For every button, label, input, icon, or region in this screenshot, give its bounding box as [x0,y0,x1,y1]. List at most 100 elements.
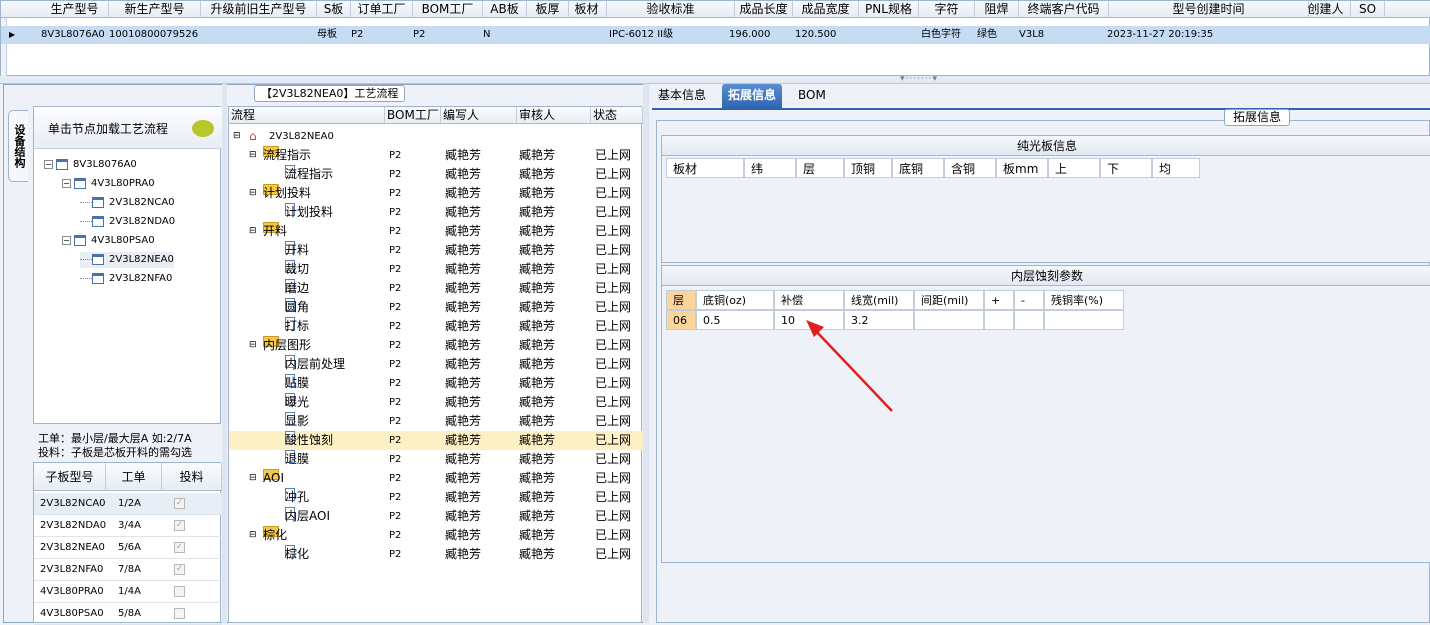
collapse-icon[interactable]: − [44,159,53,169]
collapse-icon[interactable]: ⊟ [249,184,257,203]
process-row[interactable]: 贴膜 P2 臧艳芳 臧艳芳 已上网 [229,374,643,393]
process-row[interactable]: 打标 P2 臧艳芳 臧艳芳 已上网 [229,317,643,336]
col-header-10[interactable]: 成品长度 [735,1,793,18]
child-row[interactable]: 4V3L80PRA0 1/4A [34,581,222,603]
child-row[interactable]: 2V3L82NFA0 7/8A ✓ [34,559,222,581]
plain-col-header[interactable]: 板mm [996,158,1048,178]
etch-col-header[interactable]: - [1014,290,1044,310]
plain-col-header[interactable]: 纬 [744,158,796,178]
process-row[interactable]: ⊟ 开料 P2 臧艳芳 臧艳芳 已上网 [229,222,643,241]
etch-col-header[interactable]: 间距(mil) [914,290,984,310]
tree-node[interactable]: − 4V3L80PSA0 [62,233,155,249]
tab-basic-info[interactable]: 基本信息 [652,84,712,108]
col-header-14[interactable]: 阻焊 [975,1,1019,18]
col-header-4[interactable]: 订单工厂 [351,1,413,18]
col-header-16[interactable]: 型号创建时间 [1109,1,1309,18]
side-tab-structure[interactable]: 设备结构 [8,110,28,182]
col-header-15[interactable]: 终端客户代码 [1019,1,1109,18]
process-row[interactable]: 棕化 P2 臧艳芳 臧艳芳 已上网 [229,545,643,564]
col-header-3[interactable]: S板 [317,1,351,18]
horizontal-splitter[interactable]: ▾·······▾ [0,74,1430,84]
process-col-header[interactable]: 流程 [229,107,385,124]
plain-col-header[interactable]: 板材 [666,158,744,178]
etch-cell[interactable] [984,310,1014,330]
process-row[interactable]: 计划投料 P2 臧艳芳 臧艳芳 已上网 [229,203,643,222]
collapse-icon[interactable]: ⊟ [249,469,257,488]
child-col-header[interactable]: 子板型号 [34,463,106,491]
feed-checkbox[interactable]: ✓ [174,520,185,531]
process-col-header[interactable]: 审核人 [517,107,591,124]
col-header-6[interactable]: AB板 [483,1,527,18]
child-row[interactable]: 4V3L80PSA0 5/8A [34,603,222,625]
process-row[interactable]: 曝光 P2 臧艳芳 臧艳芳 已上网 [229,393,643,412]
inner-splitter[interactable] [222,84,227,623]
etch-cell[interactable]: 06 [666,310,696,330]
collapse-icon[interactable]: ⊟ [249,336,257,355]
tree-node[interactable]: − 4V3L80PRA0 [62,176,155,192]
process-col-header[interactable]: BOM工厂 [385,107,441,124]
collapse-icon[interactable]: ⊟ [249,526,257,545]
col-header-2[interactable]: 升级前旧生产型号 [201,1,317,18]
process-col-header[interactable]: 编写人 [441,107,517,124]
tree-node[interactable]: 2V3L82NCA0 [80,195,175,211]
process-row[interactable]: 圆角 P2 臧艳芳 臧艳芳 已上网 [229,298,643,317]
child-row[interactable]: 2V3L82NEA0 5/6A ✓ [34,537,222,559]
col-header-9[interactable]: 验收标准 [607,1,735,18]
collapse-icon[interactable]: ⊟ [249,222,257,241]
collapse-icon[interactable]: ⊟ [233,127,241,146]
collapse-icon[interactable]: − [62,178,71,188]
child-row[interactable]: 2V3L82NDA0 3/4A ✓ [34,515,222,537]
col-header-0[interactable]: 生产型号 [41,1,109,18]
process-row[interactable]: ⊟ 内层图形 P2 臧艳芳 臧艳芳 已上网 [229,336,643,355]
col-header-17[interactable]: 创建人 [1301,1,1351,18]
tree-node[interactable]: − 8V3L8076A0 [44,157,137,173]
plain-col-header[interactable]: 顶铜 [844,158,892,178]
vertical-splitter[interactable] [643,84,649,623]
feed-checkbox[interactable]: ✓ [174,564,185,575]
process-row[interactable]: 退膜 P2 臧艳芳 臧艳芳 已上网 [229,450,643,469]
process-row[interactable]: 裁切 P2 臧艳芳 臧艳芳 已上网 [229,260,643,279]
etch-col-header[interactable]: + [984,290,1014,310]
collapse-icon[interactable]: − [62,235,71,245]
collapse-icon[interactable]: ⊟ [249,146,257,165]
child-row[interactable]: 2V3L82NCA0 1/2A ✓ [34,493,222,515]
etch-col-header[interactable]: 残铜率(%) [1044,290,1124,310]
col-header-18[interactable]: SO [1351,1,1385,18]
process-row[interactable]: 流程指示 P2 臧艳芳 臧艳芳 已上网 [229,165,643,184]
process-row[interactable]: 磨边 P2 臧艳芳 臧艳芳 已上网 [229,279,643,298]
etch-col-header[interactable]: 底铜(oz) [696,290,774,310]
child-col-header[interactable]: 投料 [162,463,222,491]
tab-bom[interactable]: BOM [792,84,832,108]
process-row[interactable]: ⊟ AOI P2 臧艳芳 臧艳芳 已上网 [229,469,643,488]
feed-checkbox[interactable]: ✓ [174,498,185,509]
col-header-8[interactable]: 板材 [567,1,607,18]
etch-col-header[interactable]: 层 [666,290,696,310]
process-row[interactable]: 内层AOI P2 臧艳芳 臧艳芳 已上网 [229,507,643,526]
col-header-13[interactable]: 字符 [919,1,975,18]
process-row[interactable]: 酸性蚀刻 P2 臧艳芳 臧艳芳 已上网 [229,431,643,450]
col-header-1[interactable]: 新生产型号 [109,1,201,18]
etch-cell[interactable] [1044,310,1124,330]
feed-checkbox[interactable] [174,608,185,619]
col-header-12[interactable]: PNL规格 [859,1,919,18]
tree-node[interactable]: 2V3L82NEA0 [80,252,174,268]
plain-col-header[interactable]: 底铜 [892,158,944,178]
model-grid-row[interactable]: ▶ 8V3L8076A0 10010800079526 母板 P2 P2 N IPC-601… [1,26,1430,44]
child-col-header[interactable]: 工单 [106,463,162,491]
tree-node[interactable]: 2V3L82NDA0 [80,214,175,230]
tab-extended-info[interactable]: 拓展信息 [722,84,783,108]
col-header-5[interactable]: BOM工厂 [413,1,483,18]
process-root[interactable]: ⊟ ⌂ 2V3L82NEA0 [229,127,643,146]
col-header-11[interactable]: 成品宽度 [793,1,859,18]
load-process-button[interactable]: 单击节点加载工艺流程 [34,107,222,149]
etch-cell[interactable] [914,310,984,330]
etch-cell[interactable]: 0.5 [696,310,774,330]
process-row[interactable]: 内层前处理 P2 臧艳芳 臧艳芳 已上网 [229,355,643,374]
process-row[interactable]: ⊟ 计划投料 P2 臧艳芳 臧艳芳 已上网 [229,184,643,203]
process-row[interactable]: 显影 P2 臧艳芳 臧艳芳 已上网 [229,412,643,431]
plain-col-header[interactable]: 均 [1152,158,1200,178]
process-row[interactable]: ⊟ 流程指示 P2 臧艳芳 臧艳芳 已上网 [229,146,643,165]
process-row[interactable]: 冲孔 P2 臧艳芳 臧艳芳 已上网 [229,488,643,507]
process-row[interactable]: ⊟ 棕化 P2 臧艳芳 臧艳芳 已上网 [229,526,643,545]
plain-col-header[interactable]: 层 [796,158,844,178]
